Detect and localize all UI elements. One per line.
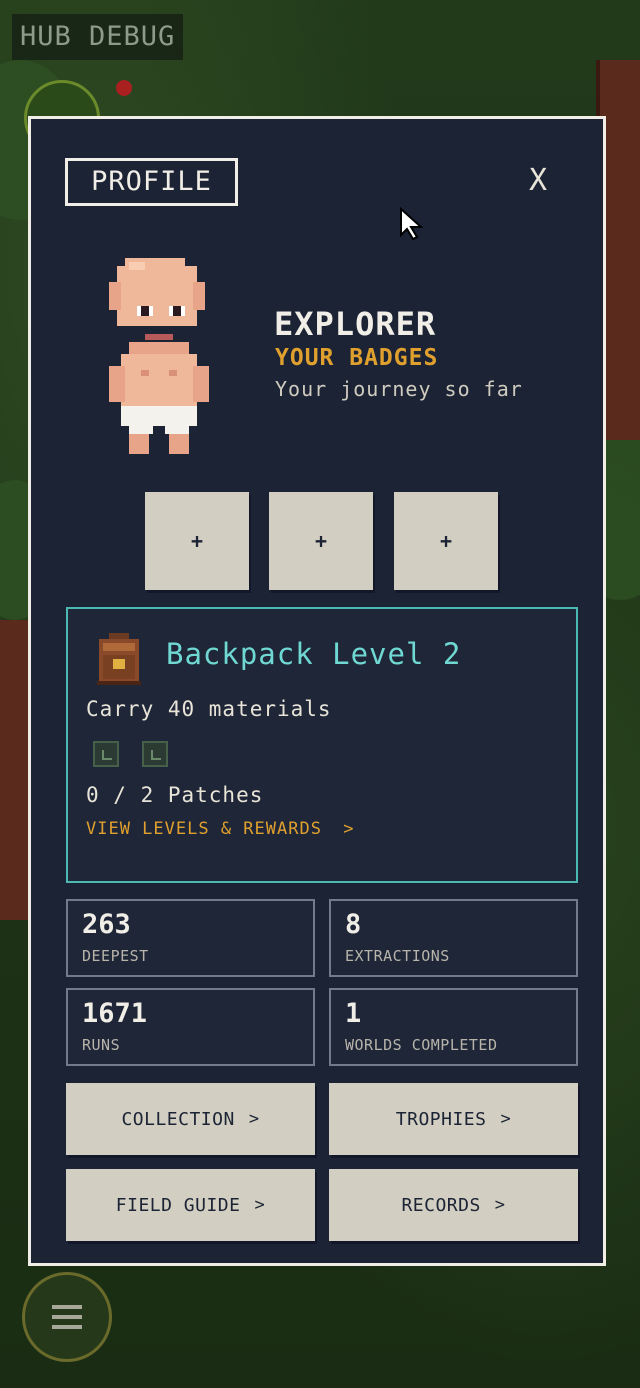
stat-value: 1 [345,998,362,1029]
hub-debug-label: HUB DEBUG [12,14,184,60]
chevron-right-icon: > [494,1195,506,1215]
stat-worlds-completed: 1 WORLDS COMPLETED [329,988,578,1066]
profile-subtitle: Your journey so far [275,377,523,401]
backpack-card: Backpack Level 2 Carry 40 materials 0 / … [66,607,578,883]
stat-label: DEEPEST [82,947,149,965]
player-avatar [109,258,209,454]
hamburger-menu-icon [52,1305,82,1309]
stat-value: 263 [82,909,131,940]
profile-panel: PROFILE X EXPLORER YOUR BADGES Your jour… [28,116,606,1266]
chevron-right-icon: > [248,1109,260,1129]
plus-icon: + [314,529,328,553]
notification-dot [116,80,132,96]
stat-label: RUNS [82,1036,121,1054]
backpack-icon [97,633,141,685]
stat-value: 1671 [82,998,148,1029]
badges-heading: YOUR BADGES [275,345,439,371]
mouse-cursor-icon [400,207,424,241]
stat-runs: 1671 RUNS [66,988,315,1066]
records-button[interactable]: RECORDS > [329,1169,578,1241]
plus-icon: + [439,529,453,553]
view-levels-rewards-label: VIEW LEVELS & REWARDS [86,819,322,839]
stat-label: EXTRACTIONS [345,947,450,965]
wooden-post [0,620,28,920]
field-guide-button[interactable]: FIELD GUIDE > [66,1169,315,1241]
menu-button[interactable] [22,1272,112,1362]
stat-extractions: 8 EXTRACTIONS [329,899,578,977]
player-name: EXPLORER [274,305,437,343]
stat-deepest: 263 DEEPEST [66,899,315,977]
records-button-label: RECORDS [401,1194,481,1216]
trophies-button-label: TROPHIES [395,1108,487,1130]
badge-slot-2[interactable]: + [269,492,373,590]
stat-label: WORLDS COMPLETED [345,1036,498,1054]
collection-button[interactable]: COLLECTION > [66,1083,315,1155]
backpack-title: Backpack Level 2 [166,637,462,671]
patch-icon [93,741,119,767]
hamburger-line [52,1315,82,1319]
badge-slot-3[interactable]: + [394,492,498,590]
view-levels-rewards-link[interactable]: VIEW LEVELS & REWARDS > [86,819,354,839]
field-guide-button-label: FIELD GUIDE [115,1194,241,1216]
chevron-right-icon: > [343,819,355,839]
close-button[interactable]: X [524,161,552,201]
chevron-right-icon: > [500,1109,512,1129]
badge-slot-1[interactable]: + [145,492,249,590]
patch-icon [142,741,168,767]
chevron-right-icon: > [254,1195,266,1215]
profile-title-tag: PROFILE [65,158,238,206]
close-icon: X [528,163,548,198]
hamburger-line [52,1325,82,1329]
trophies-button[interactable]: TROPHIES > [329,1083,578,1155]
backpack-capacity: Carry 40 materials [86,697,332,721]
plus-icon: + [190,529,204,553]
stat-value: 8 [345,909,362,940]
patches-count: 0 / 2 Patches [86,783,264,807]
collection-button-label: COLLECTION [121,1108,235,1130]
